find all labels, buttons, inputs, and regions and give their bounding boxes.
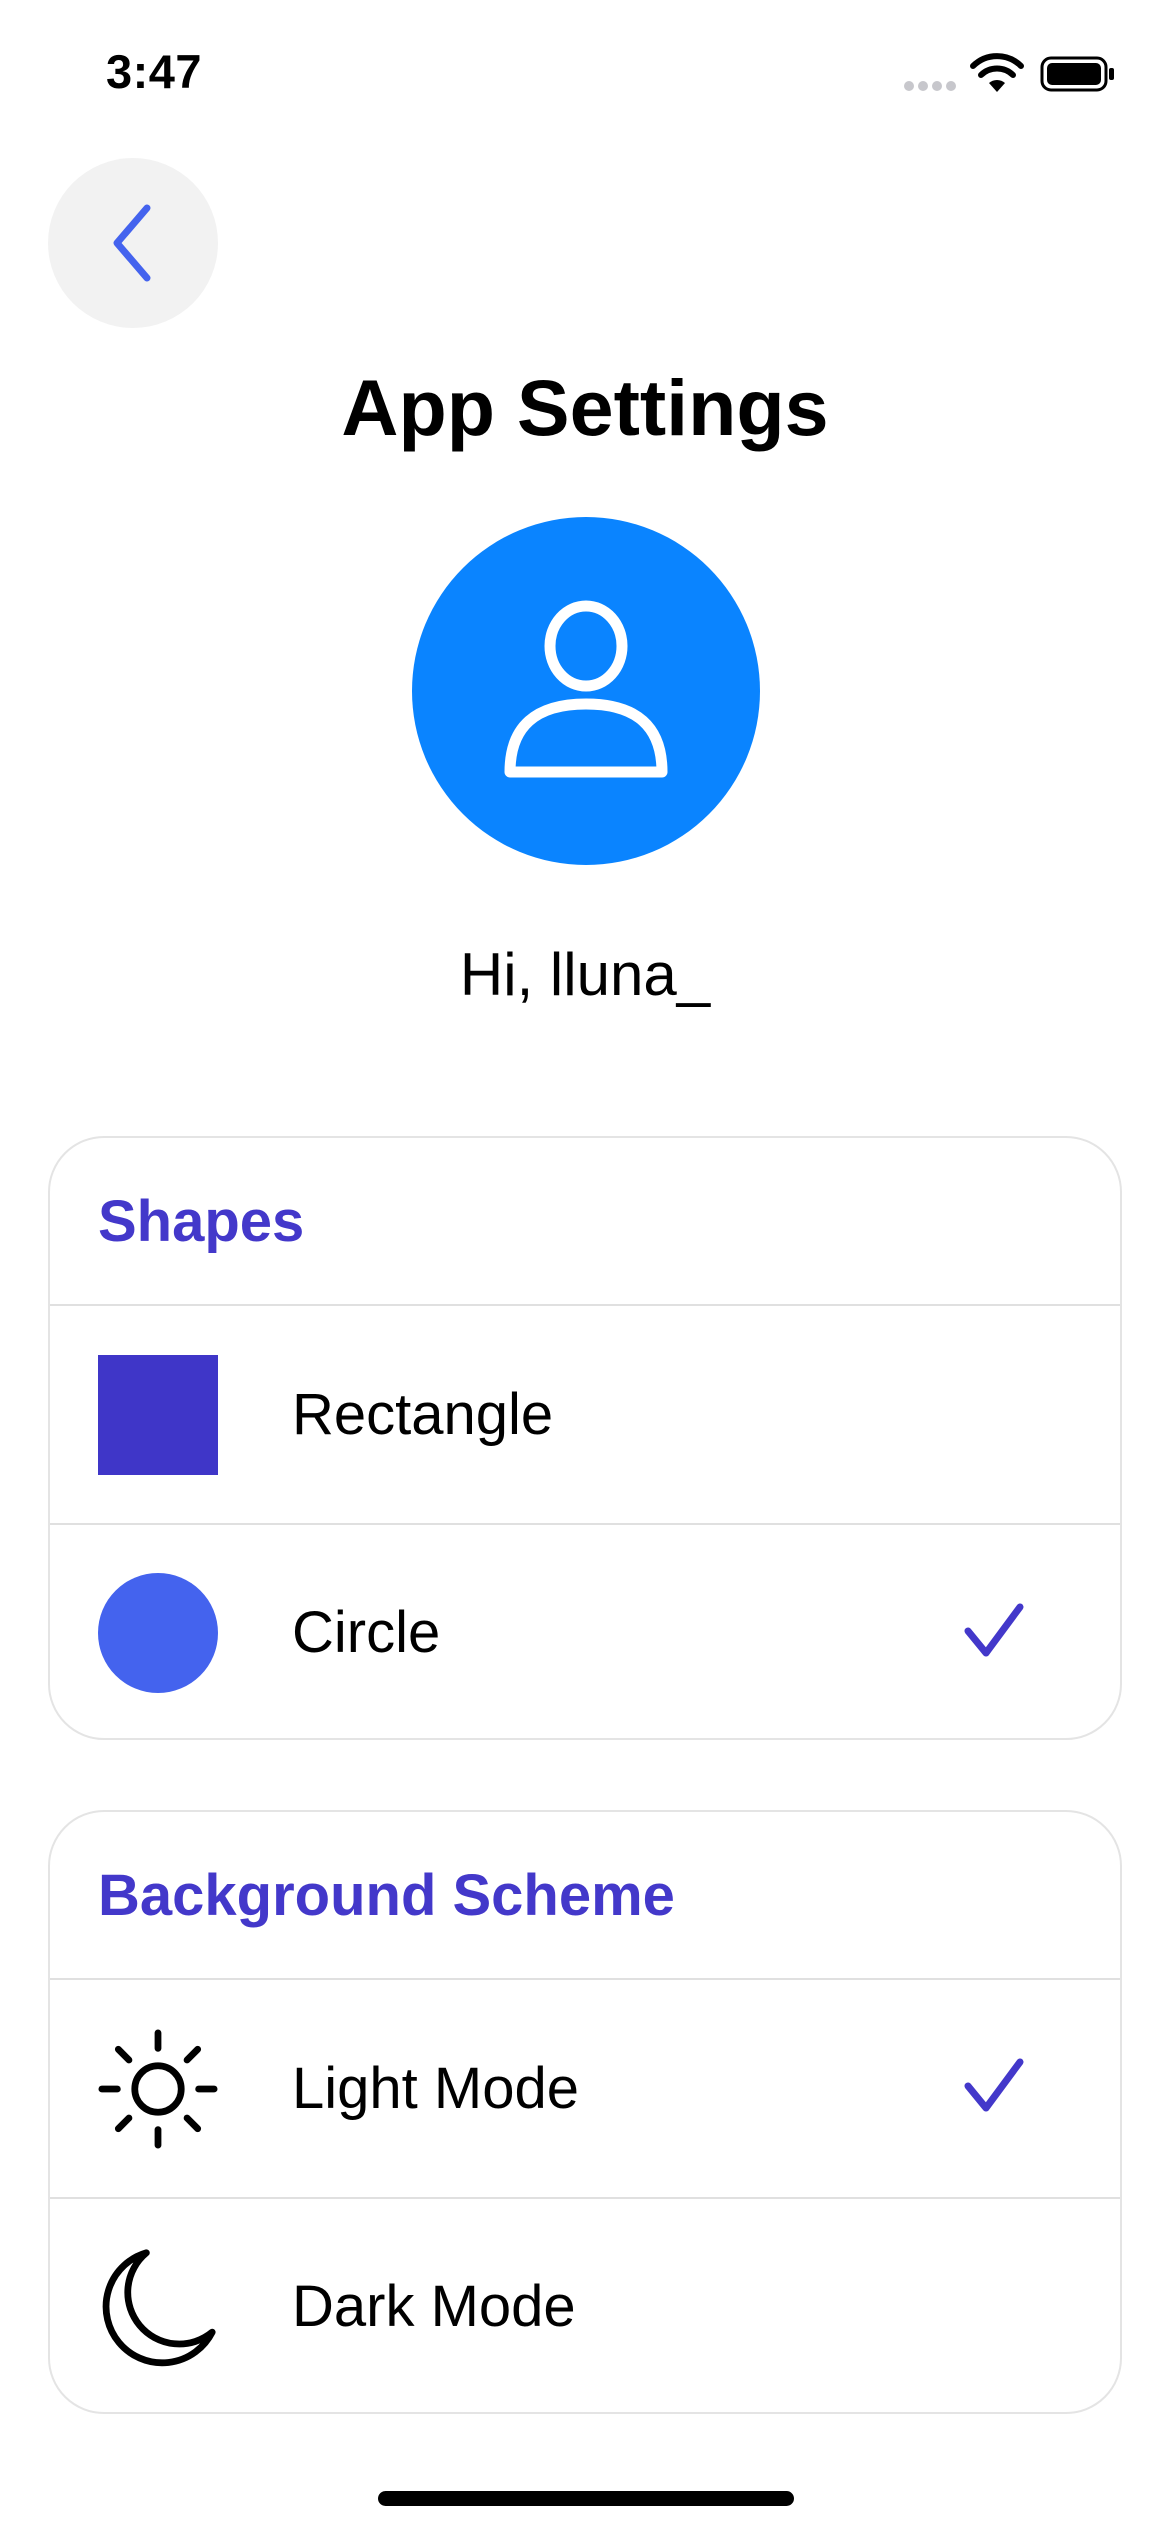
avatar[interactable] bbox=[412, 517, 760, 865]
status-time: 3:47 bbox=[106, 45, 203, 98]
background-scheme-card: Background Scheme Light Mode Dark Mode bbox=[48, 1810, 1122, 2414]
shape-option-circle[interactable]: Circle bbox=[50, 1523, 1120, 1738]
checkmark-icon bbox=[964, 2058, 1024, 2112]
moon-icon bbox=[98, 2247, 218, 2367]
chevron-left-icon bbox=[113, 204, 151, 282]
back-button[interactable] bbox=[48, 158, 218, 328]
shapes-card: Shapes Rectangle Circle bbox=[48, 1136, 1122, 1740]
shape-option-rectangle[interactable]: Rectangle bbox=[50, 1306, 1120, 1523]
battery-icon bbox=[1040, 56, 1114, 92]
wifi-icon bbox=[970, 53, 1024, 92]
person-icon bbox=[504, 600, 668, 778]
checkmark-icon bbox=[964, 1603, 1024, 1657]
square-icon bbox=[98, 1354, 218, 1475]
option-label: Rectangle bbox=[292, 1382, 554, 1447]
status-bar: 3:47 bbox=[0, 0, 1170, 150]
option-label: Light Mode bbox=[292, 2056, 579, 2121]
option-label: Dark Mode bbox=[292, 2274, 576, 2339]
sun-icon bbox=[98, 2028, 218, 2149]
scheme-section-title: Background Scheme bbox=[50, 1812, 1120, 1980]
signal-dots-icon bbox=[904, 81, 956, 91]
greeting: Hi, lluna_ bbox=[459, 941, 711, 1008]
circle-icon bbox=[98, 1572, 218, 1693]
scheme-option-dark[interactable]: Dark Mode bbox=[50, 2197, 1120, 2412]
option-label: Circle bbox=[292, 1600, 441, 1665]
shapes-section-title: Shapes bbox=[50, 1138, 1120, 1306]
home-indicator[interactable] bbox=[378, 2491, 794, 2506]
scheme-option-light[interactable]: Light Mode bbox=[50, 1980, 1120, 2197]
page-title: App Settings bbox=[341, 363, 829, 452]
